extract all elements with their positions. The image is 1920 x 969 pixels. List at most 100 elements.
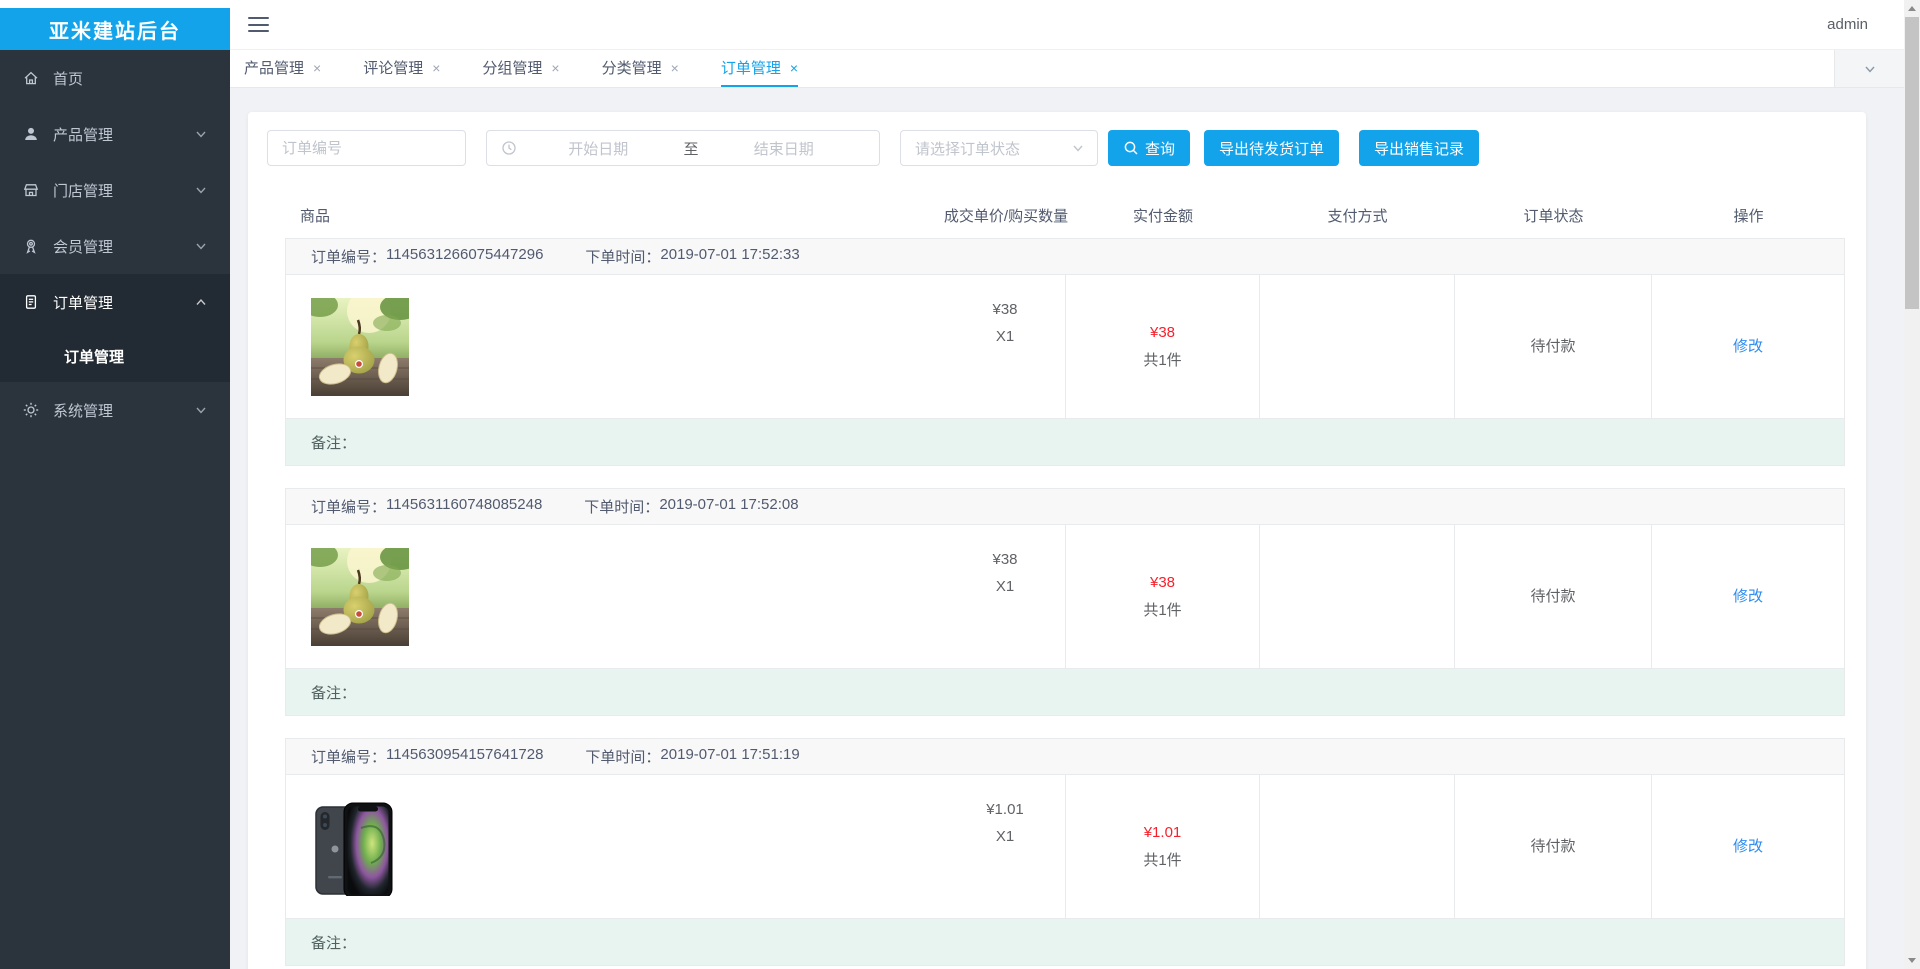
home-icon (22, 69, 40, 87)
order-status: 待付款 (1530, 587, 1576, 605)
app-root: 亚米建站后台 首页 产品管理 门店管理 会员管理 订单管理 订单管理 系统管理 … (0, 0, 1920, 969)
order-number-input[interactable] (267, 130, 466, 166)
column-header: 实付金额 (1132, 207, 1193, 225)
export-pending-button[interactable]: 导出待发货订单 (1204, 130, 1340, 166)
tab-groups[interactable]: 分组管理 × (482, 50, 559, 87)
pear-image[interactable] (311, 548, 409, 646)
sidebar-group-system: 系统管理 (0, 382, 230, 438)
sidebar-item-orders[interactable]: 订单管理 (0, 274, 230, 330)
sidebar-subitem-orders-sub[interactable]: 订单管理 (0, 330, 230, 382)
sidebar-group-orders: 订单管理 订单管理 (0, 274, 230, 382)
date-start-placeholder[interactable]: 开始日期 (517, 138, 680, 159)
order-status-select[interactable]: 请选择订单状态 (900, 130, 1098, 166)
sidebar-group-products: 产品管理 (0, 106, 230, 162)
close-icon[interactable]: × (432, 61, 440, 75)
order-status-cell: 待付款 (1454, 525, 1651, 668)
paid-total-count: 共1件 (1143, 601, 1182, 619)
hamburger-menu-icon[interactable] (248, 17, 269, 32)
tabs-container: 产品管理 × 评论管理 × 分组管理 × 分类管理 × 订单管理 × (244, 50, 840, 87)
order-number-value: 1145631160748085248 (386, 496, 543, 513)
tab-products[interactable]: 产品管理 × (244, 50, 321, 87)
sidebar-item-members[interactable]: 会员管理 (0, 218, 230, 274)
order-product-row: ¥38 X1 ¥38 共1件 待付款 修改 (286, 525, 1844, 669)
column-header: 订单状态 (1523, 207, 1584, 225)
user-icon (22, 125, 40, 143)
topbar: admin (230, 0, 1904, 50)
chevron-down-icon (1071, 141, 1085, 155)
sidebar-group-members: 会员管理 (0, 218, 230, 274)
tab-bar: 产品管理 × 评论管理 × 分组管理 × 分类管理 × 订单管理 × (230, 50, 1904, 88)
sidebar-item-home[interactable]: 首页 (0, 50, 230, 106)
remark-row: 备注： (286, 919, 1844, 965)
modify-link[interactable]: 修改 (1733, 583, 1763, 611)
clock-icon (501, 140, 517, 156)
export-sales-button[interactable]: 导出销售记录 (1359, 130, 1480, 166)
quantity: X1 (995, 828, 1015, 845)
order-block: 订单编号： 1145631266075447296 下单时间： 2019-07-01… (285, 238, 1845, 466)
product-cell (286, 525, 945, 668)
remark-label: 备注： (311, 934, 357, 952)
order-header-row: 订单编号： 1145630954157641728 下单时间： 2019-07-01… (286, 739, 1844, 775)
order-block: 订单编号： 1145631160748085248 下单时间： 2019-07-01… (285, 488, 1845, 716)
remark-label: 备注： (311, 684, 357, 702)
content-card: 开始日期 至 结束日期 请选择订单状态 查询 (248, 112, 1866, 969)
member-icon (22, 237, 40, 255)
search-button[interactable]: 查询 (1108, 130, 1191, 166)
unit-price: ¥1.01 (986, 801, 1024, 818)
close-icon[interactable]: × (671, 61, 679, 75)
modify-link[interactable]: 修改 (1733, 833, 1763, 861)
tab-categories[interactable]: 分类管理 × (602, 50, 679, 87)
sidebar-item-products[interactable]: 产品管理 (0, 106, 230, 162)
order-status-cell: 待付款 (1454, 775, 1651, 918)
order-number-value: 1145631266075447296 (386, 246, 544, 263)
order-block: 订单编号： 1145630954157641728 下单时间： 2019-07-01… (285, 738, 1845, 966)
order-header-row: 订单编号： 1145631266075447296 下单时间： 2019-07-01… (286, 239, 1844, 275)
scroll-down-arrow-icon[interactable] (1904, 952, 1920, 969)
order-list: 订单编号： 1145631266075447296 下单时间： 2019-07-01… (285, 238, 1845, 966)
user-name[interactable]: admin (1827, 16, 1868, 33)
column-header: 成交单价/购买数量 (943, 207, 1069, 225)
date-range-picker[interactable]: 开始日期 至 结束日期 (486, 130, 880, 166)
tab-comments[interactable]: 评论管理 × (363, 50, 440, 87)
app-logo: 亚米建站后台 (0, 8, 230, 50)
pear-image[interactable] (311, 298, 409, 396)
order-time-value: 2019-07-01 17:52:08 (659, 496, 799, 513)
close-icon[interactable]: × (790, 61, 798, 75)
scrollbar-thumb[interactable] (1905, 17, 1919, 309)
tab-label: 评论管理 (363, 60, 424, 77)
price-qty-cell: ¥1.01 X1 (945, 775, 1065, 918)
search-icon (1123, 140, 1139, 156)
payment-method-cell (1259, 525, 1454, 668)
payment-method-cell (1259, 275, 1454, 418)
main-area: admin 产品管理 ×评论管理 ×分组管理 ×分类管理 ×订单管理 × (230, 0, 1904, 969)
order-number-value: 1145630954157641728 (386, 746, 544, 763)
page-scrollbar[interactable] (1904, 0, 1920, 969)
iphone-image[interactable] (311, 798, 409, 896)
order-status: 待付款 (1530, 337, 1576, 355)
chevron-up-icon (194, 295, 208, 309)
close-icon[interactable]: × (313, 61, 321, 75)
remark-row: 备注： (286, 669, 1844, 715)
quantity: X1 (995, 328, 1015, 345)
sidebar-item-label: 订单管理 (53, 294, 114, 312)
tabs-dropdown-button[interactable] (1834, 50, 1904, 87)
close-icon[interactable]: × (551, 61, 559, 75)
date-end-placeholder[interactable]: 结束日期 (703, 138, 866, 159)
product-cell (286, 775, 945, 918)
order-time-label: 下单时间： (584, 499, 660, 516)
modify-link[interactable]: 修改 (1733, 333, 1763, 361)
sidebar-item-label: 首页 (53, 70, 84, 88)
chevron-down-icon (194, 239, 208, 253)
payment-method-cell (1259, 775, 1454, 918)
tab-label: 订单管理 (720, 60, 781, 77)
tab-orders[interactable]: 订单管理 × (720, 50, 799, 87)
sidebar-item-label: 系统管理 (53, 402, 114, 420)
scroll-up-arrow-icon[interactable] (1904, 0, 1920, 17)
price-qty-cell: ¥38 X1 (945, 525, 1065, 668)
order-time-value: 2019-07-01 17:51:19 (660, 746, 800, 763)
action-cell: 修改 (1651, 275, 1844, 418)
sidebar-item-stores[interactable]: 门店管理 (0, 162, 230, 218)
chevron-down-icon (194, 403, 208, 417)
product-cell (286, 275, 945, 418)
sidebar-item-system[interactable]: 系统管理 (0, 382, 230, 438)
